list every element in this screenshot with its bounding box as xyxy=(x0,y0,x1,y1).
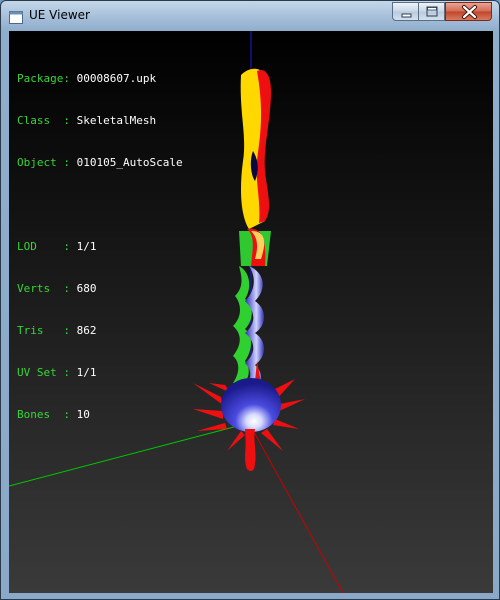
info-label: Package xyxy=(17,72,64,85)
3d-viewport[interactable]: Package: 00008607.upk Class : SkeletalMe… xyxy=(9,31,493,593)
info-value: 680 xyxy=(76,282,97,295)
info-label: Object xyxy=(17,156,64,169)
info-separator: : xyxy=(63,282,77,295)
app-window: UE Viewer Package: 00008607.upk Class: … xyxy=(0,0,500,600)
info-label: Verts xyxy=(17,282,64,295)
info-separator: : xyxy=(63,324,77,337)
info-row-class: Class : SkeletalMesh xyxy=(17,114,183,128)
maximize-icon xyxy=(426,6,438,17)
info-separator: : xyxy=(63,72,77,85)
info-label: UV Set xyxy=(17,366,64,379)
minimize-icon xyxy=(401,13,412,18)
info-row-bones: Bones : 10 xyxy=(17,408,183,422)
info-separator: : xyxy=(63,114,77,127)
minimize-button[interactable] xyxy=(392,2,419,21)
info-separator: : xyxy=(63,240,77,253)
close-button[interactable] xyxy=(445,2,492,21)
close-icon xyxy=(462,5,477,19)
info-row-verts: Verts : 680 xyxy=(17,282,183,296)
info-label: Tris xyxy=(17,324,64,337)
info-separator: : xyxy=(63,156,77,169)
maximize-button[interactable] xyxy=(419,2,445,21)
info-label: Bones xyxy=(17,408,64,421)
info-row-tris: Tris : 862 xyxy=(17,324,183,338)
info-label: Class xyxy=(17,114,64,127)
info-row-object: Object : 010105_AutoScale xyxy=(17,156,183,170)
window-title: UE Viewer xyxy=(29,8,90,22)
info-value: 1/1 xyxy=(76,366,97,379)
info-separator: : xyxy=(63,408,77,421)
info-value: 862 xyxy=(76,324,97,337)
info-value: 10 xyxy=(76,408,90,421)
info-label: LOD xyxy=(17,240,64,253)
info-value: SkeletalMesh xyxy=(76,114,157,127)
info-value: 1/1 xyxy=(76,240,97,253)
mesh-info-panel: Package: 00008607.upk Class : SkeletalMe… xyxy=(17,44,183,450)
info-separator: : xyxy=(63,366,77,379)
info-row-uvset: UV Set : 1/1 xyxy=(17,366,183,380)
info-row-package: Package: 00008607.upk xyxy=(17,72,183,86)
app-icon xyxy=(9,9,23,24)
info-row-lod: LOD : 1/1 xyxy=(17,240,183,254)
info-value: 010105_AutoScale xyxy=(76,156,183,169)
info-value: 00008607.upk xyxy=(76,72,157,85)
title-bar[interactable]: UE Viewer xyxy=(1,1,499,31)
